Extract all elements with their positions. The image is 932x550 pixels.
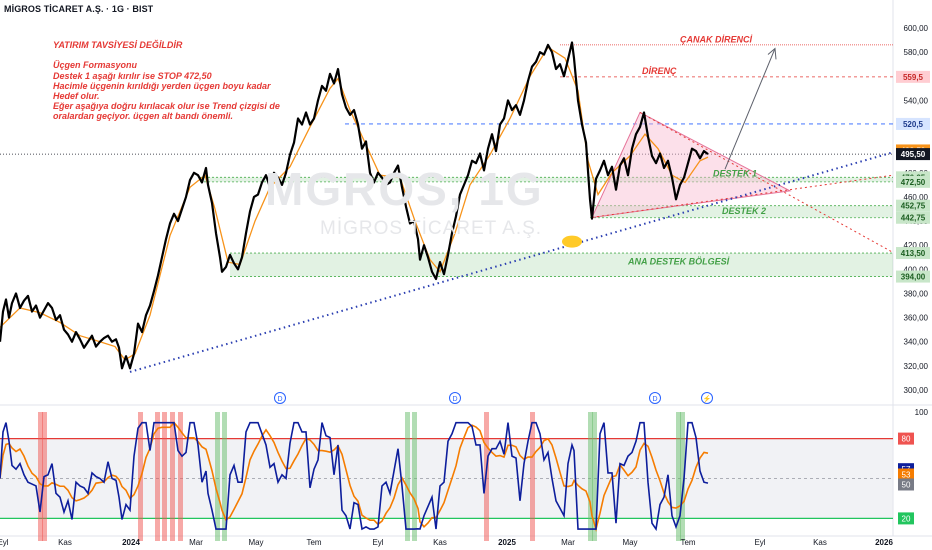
dividend-icon-glyph: D: [452, 396, 457, 403]
last-price-badge: 495,50: [901, 150, 926, 159]
price-tick-label: 340,00: [904, 338, 929, 347]
canak-label: ÇANAK DİRENCİ: [680, 34, 752, 44]
rsi-badge-20: 20: [902, 514, 911, 523]
split-icon-glyph: ⚡: [703, 394, 712, 403]
rsi-signal-bar: [170, 412, 175, 541]
time-tick-label: Tem: [306, 538, 321, 547]
rsi-badge-50: 50: [902, 480, 911, 489]
price-tick-label: 580,00: [904, 48, 929, 57]
time-tick-label: Kas: [58, 538, 72, 547]
time-tick-label: Tem: [680, 538, 695, 547]
rsi-badge-80: 80: [902, 435, 911, 444]
time-tick-label: 2024: [122, 538, 140, 547]
watermark-company: MİGROS TİCARET A.Ş.: [320, 218, 543, 239]
note-line: YATIRIM TAVSİYESİ DEĞİLDİR: [53, 40, 183, 50]
time-tick-label: Eyl: [754, 538, 765, 547]
time-tick-label: Eyl: [0, 538, 9, 547]
rsi-ma-badge-value: 53: [902, 471, 911, 480]
destek1-label: DESTEK 1: [713, 168, 757, 178]
direnc-label: DİRENÇ: [642, 66, 677, 76]
target-arrow: [724, 48, 776, 170]
note-line: Destek 1 aşağı kırılır ise STOP 472,50: [53, 70, 212, 81]
note-line: Hedef olur.: [53, 91, 100, 102]
page-title: MİGROS TİCARET A.Ş. · 1G · BIST: [4, 4, 154, 14]
rsi-signal-bar: [162, 412, 167, 541]
note-line: Üçgen Formasyonu: [53, 60, 138, 71]
price-tick-label: 380,00: [904, 289, 929, 298]
time-tick-label: Eyl: [372, 538, 383, 547]
time-tick-label: Kas: [433, 538, 447, 547]
price-tick-label: 320,00: [904, 362, 929, 371]
note-line: Hacimle üçgenin kırıldığı yerden üçgen b…: [53, 80, 271, 91]
hand-pointer-icon: [562, 235, 582, 248]
price-tick-label: 600,00: [904, 24, 929, 33]
rsi-signal-bar: [215, 412, 220, 541]
time-tick-label: Mar: [189, 538, 203, 547]
time-tick-label: May: [248, 538, 263, 547]
ana-destek-label: ANA DESTEK BÖLGESİ: [627, 257, 730, 267]
level-badge-520: 520,5: [903, 120, 924, 129]
dividend-icon-glyph: D: [277, 396, 282, 403]
time-tick-label: Kas: [813, 538, 827, 547]
triangle-pattern: [591, 111, 792, 219]
price-tick-label: 540,00: [904, 96, 929, 105]
dividend-icon-glyph: D: [652, 396, 657, 403]
target-arrow-head: [767, 47, 777, 60]
time-tick-label: May: [622, 538, 637, 547]
rsi-signal-bar: [412, 412, 417, 541]
level-badge-472: 472,50: [901, 178, 926, 187]
ana-destek-zone: [230, 253, 893, 277]
note-line: Eğer aşağıya doğru kırılacak olur ise Tr…: [53, 101, 280, 112]
time-tick-label: 2025: [498, 538, 516, 547]
rsi-tick-label: 100: [915, 408, 929, 417]
level-badge-452: 452,75: [901, 202, 926, 211]
time-tick-label: 2026: [875, 538, 893, 547]
level-badge-394: 394,00: [901, 273, 926, 282]
note-line: oralardan geçiyor. üçgen alt bandı öneml…: [53, 111, 234, 122]
note-line: [53, 50, 303, 60]
level-badge-559: 559,5: [903, 73, 924, 82]
destek2-label: DESTEK 2: [722, 206, 766, 216]
time-tick-label: Mar: [561, 538, 575, 547]
watermark-symbol: MGROS, 1G: [265, 163, 544, 215]
analysis-note: YATIRIM TAVSİYESİ DEĞİLDİR Üçgen Formasy…: [53, 40, 303, 122]
level-badge-413: 413,50: [901, 249, 926, 258]
price-tick-label: 300,00: [904, 386, 929, 395]
level-badge-442: 442,75: [901, 214, 926, 223]
price-tick-label: 360,00: [904, 314, 929, 323]
